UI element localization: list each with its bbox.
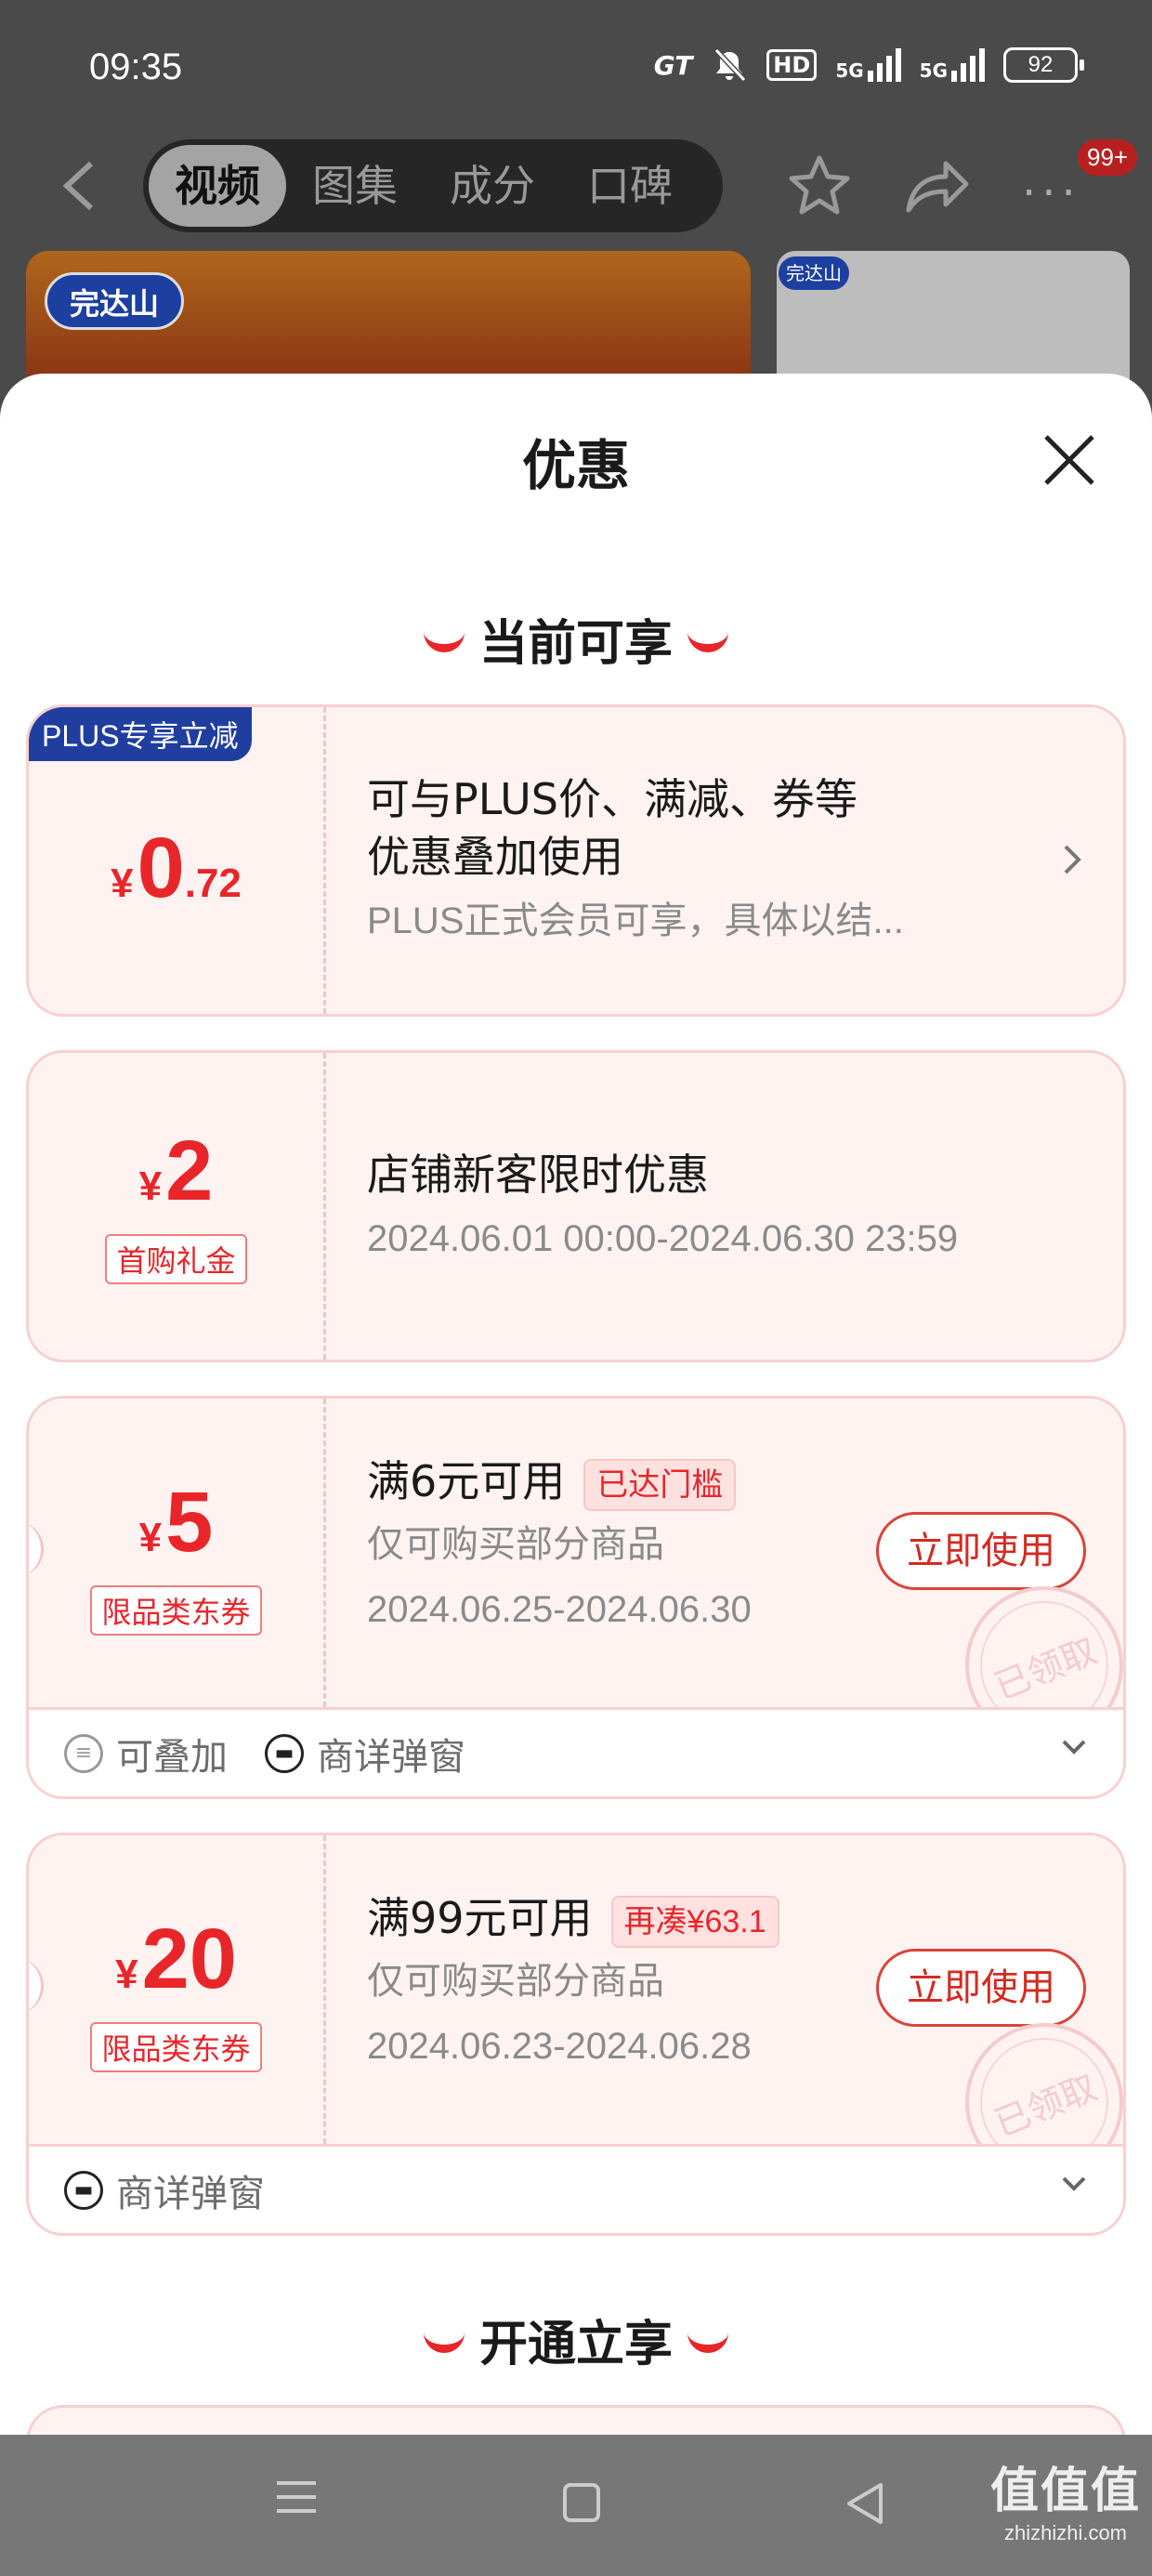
coupon-footer: ▬ 商详弹窗 bbox=[29, 2144, 1123, 2233]
coupon-tag: 限品类东券 bbox=[90, 1585, 262, 1636]
coupon-title: 店铺新客限时优惠 bbox=[367, 1150, 709, 1200]
coupon-desc-line1: 可与PLUS价、满减、券等 bbox=[367, 774, 857, 824]
status-bar: 09:35 GT HD 5G 5G 92 bbox=[0, 0, 1152, 139]
coupon-partial[interactable] bbox=[26, 2405, 1126, 2435]
system-nav-bar: 值值值 zhizhizhi.com bbox=[0, 2435, 1152, 2576]
tab-ingredients[interactable]: 成分 bbox=[424, 145, 561, 227]
watermark: 值值值 zhizhizhi.com bbox=[989, 2464, 1141, 2544]
chevron-down-icon[interactable] bbox=[1060, 1732, 1088, 1760]
coupon-amount: ¥20 限品类东券 bbox=[29, 1835, 326, 2144]
coupon-tag: 首购礼金 bbox=[105, 1234, 247, 1284]
notification-badge: 99+ bbox=[1078, 139, 1138, 176]
coupon-plus[interactable]: ¥0.72 可与PLUS价、满减、券等 优惠叠加使用 PLUS正式会员可享，具体… bbox=[26, 704, 1126, 1017]
coupon-5[interactable]: ¥5 限品类东券 满6元可用 已达门槛 仅可购买部分商品 2024.06.25-2… bbox=[26, 1396, 1126, 1799]
discount-sheet: 优惠 当前可享 ¥0.72 可与PLUS价、满减、券等 优惠叠加使用 PLUS正… bbox=[0, 374, 1152, 2435]
back-icon[interactable] bbox=[56, 158, 102, 214]
tab-gallery[interactable]: 图集 bbox=[286, 145, 424, 227]
threshold-pill: 已达门槛 bbox=[583, 1458, 737, 1511]
coupon-new-customer[interactable]: ¥2 首购礼金 店铺新客限时优惠 2024.06.01 00:00-2024.0… bbox=[26, 1050, 1126, 1362]
popup-icon: ▬ bbox=[64, 2170, 103, 2210]
coupon-amount: ¥5 限品类东券 bbox=[29, 1399, 326, 1707]
smile-decoration-icon bbox=[423, 2331, 465, 2353]
mute-icon bbox=[714, 47, 747, 83]
plus-badge: PLUS专享立减 bbox=[29, 707, 252, 761]
coupon-footer: ≡ 可叠加 ▬ 商详弹窗 bbox=[29, 1707, 1123, 1796]
popup-icon: ▬ bbox=[265, 1733, 304, 1773]
smile-decoration-icon bbox=[687, 630, 728, 652]
5g-signal-icon-2: 5G bbox=[920, 48, 985, 82]
coupon-threshold: 满99元可用 bbox=[367, 1893, 593, 1943]
gt-icon: GT bbox=[653, 49, 693, 81]
coupon-date: 2024.06.01 00:00-2024.06.30 23:59 bbox=[367, 1218, 959, 1259]
popup-label: ▬ 商详弹窗 bbox=[265, 1727, 465, 1781]
coupon-threshold: 满6元可用 bbox=[367, 1456, 566, 1506]
brand-logo: 完达山 bbox=[45, 272, 184, 330]
coupon-20[interactable]: ¥20 限品类东券 满99元可用 再凑¥63.1 仅可购买部分商品 2024.06… bbox=[26, 1833, 1126, 2236]
stack-icon: ≡ bbox=[64, 1733, 103, 1773]
tab-reviews[interactable]: 口碑 bbox=[561, 145, 699, 227]
section-current: 当前可享 bbox=[0, 604, 1152, 674]
back-triangle-icon[interactable] bbox=[842, 2479, 886, 2528]
coupon-tag: 限品类东券 bbox=[90, 2022, 262, 2072]
close-icon[interactable] bbox=[1041, 431, 1098, 489]
status-icons: GT HD 5G 5G 92 bbox=[653, 46, 1084, 84]
use-now-button[interactable]: 立即使用 bbox=[876, 1512, 1086, 1590]
more-icon[interactable]: ··· bbox=[1022, 167, 1081, 219]
5g-signal-icon: 5G bbox=[835, 48, 901, 82]
brand-logo-small: 完达山 bbox=[779, 256, 849, 290]
top-nav: 视频 图集 成分 口碑 ··· 99+ bbox=[0, 139, 1152, 232]
hd-icon: HD bbox=[766, 49, 818, 81]
share-icon[interactable] bbox=[903, 156, 970, 216]
coupon-note: PLUS正式会员可享，具体以结... bbox=[367, 900, 904, 941]
use-now-button[interactable]: 立即使用 bbox=[876, 1949, 1086, 2027]
stackable-label: ≡ 可叠加 bbox=[64, 1727, 228, 1781]
sheet-title: 优惠 bbox=[521, 434, 630, 497]
chevron-down-icon[interactable] bbox=[1060, 2169, 1088, 2197]
coupon-title-row: 满99元可用 再凑¥63.1 bbox=[367, 1889, 1123, 1948]
star-icon[interactable] bbox=[786, 152, 853, 219]
popup-label: ▬ 商详弹窗 bbox=[64, 2163, 265, 2217]
content-tabs: 视频 图集 成分 口碑 bbox=[143, 139, 723, 232]
section-open: 开通立享 bbox=[0, 2305, 1152, 2374]
menu-icon[interactable] bbox=[277, 2481, 316, 2523]
coupon-amount: ¥2 首购礼金 bbox=[29, 1053, 326, 1360]
status-time: 09:35 bbox=[89, 46, 183, 87]
remaining-pill: 再凑¥63.1 bbox=[610, 1895, 779, 1948]
smile-decoration-icon bbox=[423, 630, 465, 652]
coupon-desc-line2: 优惠叠加使用 bbox=[367, 832, 623, 882]
home-icon[interactable] bbox=[563, 2483, 600, 2522]
chevron-right-icon[interactable] bbox=[1058, 841, 1086, 878]
smile-decoration-icon bbox=[687, 2331, 728, 2353]
battery-indicator: 92 bbox=[1003, 47, 1084, 83]
coupon-title-row: 满6元可用 已达门槛 bbox=[367, 1452, 1123, 1511]
tab-video[interactable]: 视频 bbox=[149, 145, 286, 227]
